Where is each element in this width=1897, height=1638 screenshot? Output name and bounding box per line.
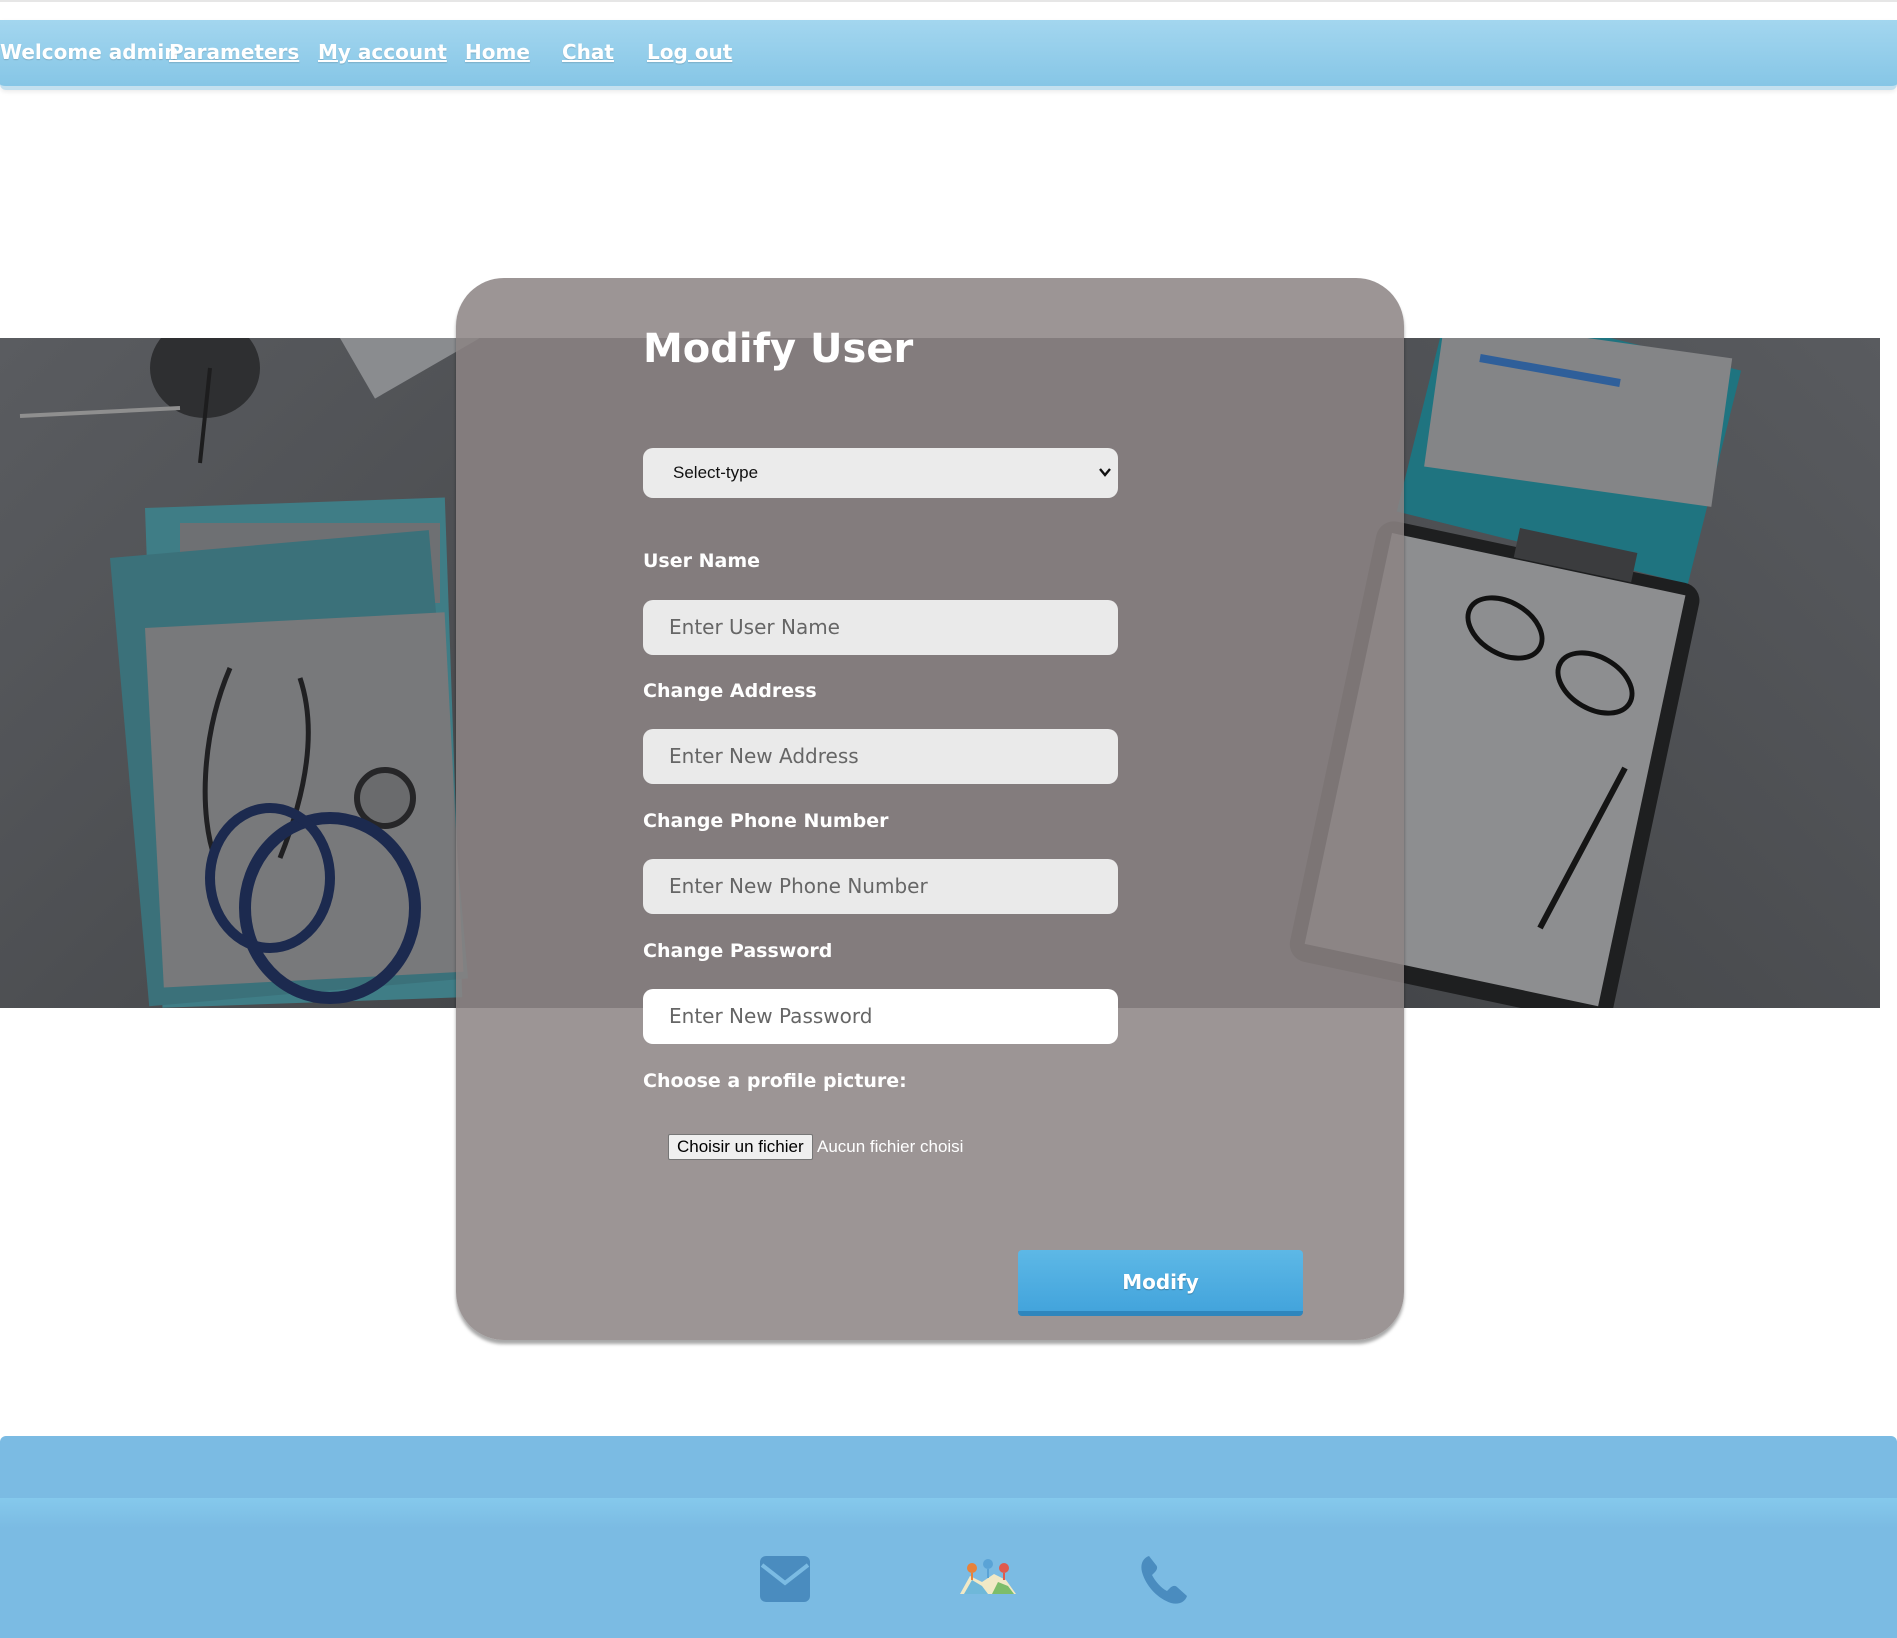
choose-file-button[interactable]: Choisir un fichier xyxy=(668,1134,813,1160)
page-title: Modify User xyxy=(643,326,914,372)
nav-link-home[interactable]: Home xyxy=(465,40,530,64)
chevron-down-icon xyxy=(1099,468,1111,477)
nav-link-log-out[interactable]: Log out xyxy=(647,40,732,64)
nav-link-my-account[interactable]: My account xyxy=(318,40,447,64)
profile-picture-label: Choose a profile picture: xyxy=(643,1070,907,1092)
nav-link-chat[interactable]: Chat xyxy=(562,40,614,64)
user-type-select[interactable]: Select-type xyxy=(643,448,1118,498)
phone-label: Change Phone Number xyxy=(643,810,889,832)
username-label: User Name xyxy=(643,550,761,572)
map-icon[interactable] xyxy=(958,1556,1018,1598)
address-label: Change Address xyxy=(643,680,817,702)
footer-band xyxy=(0,1498,1897,1528)
file-status-text: Aucun fichier choisi xyxy=(817,1137,964,1156)
user-type-select-value: Select-type xyxy=(673,463,759,482)
phone-icon[interactable] xyxy=(1139,1554,1189,1606)
nav-link-parameters[interactable]: Parameters xyxy=(169,40,299,64)
top-navbar: Welcome admin Parameters My account Home… xyxy=(0,20,1897,90)
password-input[interactable]: Enter New Password xyxy=(643,989,1118,1044)
top-border-line xyxy=(0,0,1897,2)
modify-user-card: Modify User Select-type User Name Enter … xyxy=(456,278,1404,1340)
footer xyxy=(0,1436,1897,1638)
welcome-text: Welcome admin xyxy=(0,40,179,64)
modify-button[interactable]: Modify xyxy=(1018,1250,1303,1316)
envelope-icon[interactable] xyxy=(759,1553,811,1605)
phone-input[interactable]: Enter New Phone Number xyxy=(643,859,1118,914)
password-label: Change Password xyxy=(643,940,833,962)
address-input[interactable]: Enter New Address xyxy=(643,729,1118,784)
username-input[interactable]: Enter User Name xyxy=(643,600,1118,655)
